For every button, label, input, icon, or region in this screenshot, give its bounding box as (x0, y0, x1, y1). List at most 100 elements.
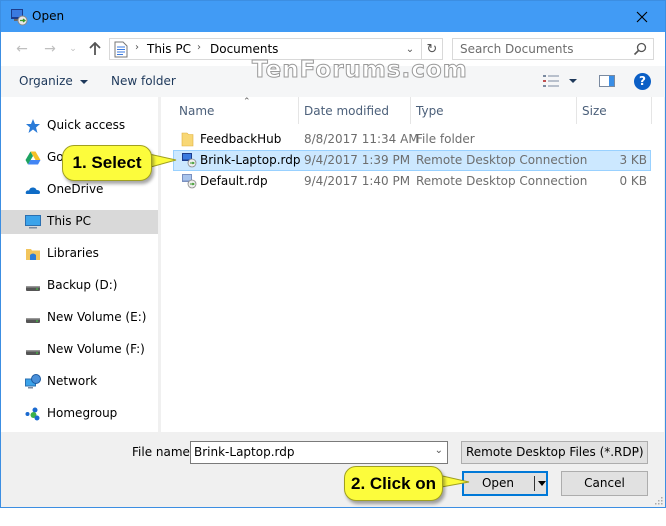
close-icon (636, 11, 648, 22)
breadcrumb-separator: › (197, 42, 201, 53)
sidebar-item-onedrive[interactable]: OneDrive (1, 178, 158, 202)
column-divider[interactable] (651, 97, 652, 124)
file-date: 8/8/2017 11:34 AM (304, 132, 419, 146)
search-icon (633, 42, 647, 56)
title-bar: Open (1, 1, 665, 32)
file-type: File folder (416, 132, 475, 146)
file-type-select[interactable]: Remote Desktop Files (*.RDP) ⌄ (461, 441, 648, 464)
open-button[interactable]: Open (462, 471, 548, 496)
close-button[interactable] (619, 1, 665, 32)
address-dropdown-button[interactable]: ⌄ (401, 39, 419, 59)
computer-icon (25, 215, 41, 229)
rdp-file-icon (182, 174, 197, 189)
search-input[interactable] (460, 42, 630, 56)
homegroup-icon (25, 407, 40, 421)
breadcrumb-separator: › (135, 42, 139, 53)
sidebar-item-label: This PC (47, 214, 91, 228)
open-dialog: Open ← → ⌄ › This PC › Documents ⌄ ↻ Sea… (0, 0, 666, 508)
sidebar-item-this-pc[interactable]: This PC (1, 210, 158, 234)
file-type: Remote Desktop Connection (416, 153, 588, 167)
documents-icon (114, 41, 128, 58)
sidebar-item-new-volume-e[interactable]: New Volume (E:) (1, 306, 158, 330)
sidebar-item-label: New Volume (E:) (47, 310, 147, 324)
up-button[interactable] (86, 40, 104, 58)
file-row-feedbackhub[interactable]: FeedbackHub 8/8/2017 11:34 AM File folde… (173, 129, 651, 150)
column-label: Type (416, 104, 444, 118)
file-name-combobox[interactable]: ⌄ (190, 441, 448, 464)
drive-icon (26, 286, 40, 291)
view-options-caret-icon[interactable] (569, 79, 577, 83)
new-folder-button[interactable]: New folder (111, 74, 176, 88)
back-button[interactable]: ← (13, 40, 31, 58)
breadcrumb-this-pc[interactable]: This PC (147, 42, 191, 56)
sidebar-item-label: Libraries (47, 246, 99, 260)
sidebar-item-network[interactable]: Network (1, 370, 158, 394)
sidebar-item-backup-d[interactable]: Backup (D:) (1, 274, 158, 298)
column-header-type[interactable]: Type (410, 97, 576, 124)
rdp-file-icon (182, 153, 197, 168)
resize-grip-icon[interactable] (655, 497, 663, 505)
column-header-name[interactable]: Name ⌃ (173, 97, 298, 124)
file-name-input[interactable] (194, 445, 422, 459)
column-label: Date modified (304, 104, 390, 118)
sidebar-item-quick-access[interactable]: Quick access (1, 114, 158, 138)
file-type: Remote Desktop Connection (416, 174, 588, 188)
file-date: 9/4/2017 1:39 PM (304, 153, 411, 167)
column-header-date-modified[interactable]: Date modified (298, 97, 410, 124)
split-divider (534, 476, 535, 491)
file-name: Brink-Laptop.rdp (200, 153, 301, 167)
refresh-button[interactable]: ↻ (421, 39, 442, 59)
change-view-icon[interactable] (543, 75, 559, 87)
chevron-down-icon: ⌄ (632, 445, 641, 456)
file-selection-panel: File name: ⌄ Remote Desktop Files (*.RDP… (1, 432, 665, 507)
organize-label: Organize (19, 74, 73, 88)
command-toolbar: Organize New folder ? (1, 66, 665, 97)
onedrive-icon (25, 187, 40, 194)
new-folder-label: New folder (111, 74, 176, 88)
callout-step-2: 2. Click on (344, 466, 443, 501)
file-size: 0 KB (619, 174, 647, 188)
file-list: Name ⌃ Date modified Type Size FeedbackH… (161, 97, 664, 432)
libraries-icon (26, 249, 40, 260)
sidebar-item-label: Backup (D:) (47, 278, 118, 292)
chevron-down-icon: ⌄ (405, 43, 415, 55)
remote-desktop-icon (11, 9, 28, 26)
sidebar-item-label: OneDrive (47, 182, 104, 196)
refresh-icon: ↻ (426, 41, 438, 57)
open-options-caret-icon[interactable] (538, 481, 546, 486)
network-icon (25, 374, 41, 389)
star-icon (26, 119, 40, 133)
forward-arrow-icon: → (44, 41, 56, 57)
drive-icon (26, 350, 40, 355)
sidebar-item-new-volume-f[interactable]: New Volume (F:) (1, 338, 158, 362)
sidebar-item-label: Homegroup (47, 406, 118, 420)
google-drive-icon (25, 151, 41, 165)
recent-locations-button[interactable]: ⌄ (64, 40, 82, 58)
chevron-down-icon[interactable]: ⌄ (435, 445, 443, 456)
sidebar-item-homegroup[interactable]: Homegroup (1, 402, 158, 426)
sidebar-item-label: Network (47, 374, 98, 388)
file-type-value: Remote Desktop Files (*.RDP) (466, 445, 644, 459)
sort-ascending-icon: ⌃ (243, 97, 251, 107)
file-row-brink-laptop[interactable]: Brink-Laptop.rdp 9/4/2017 1:39 PM Remote… (173, 150, 651, 171)
file-row-default[interactable]: Default.rdp 9/4/2017 1:40 PM Remote Desk… (173, 171, 651, 192)
search-box[interactable] (452, 38, 654, 60)
sidebar-item-libraries[interactable]: Libraries (1, 242, 158, 266)
file-date: 9/4/2017 1:40 PM (304, 174, 411, 188)
organize-button[interactable]: Organize (19, 74, 88, 88)
forward-button[interactable]: → (41, 40, 59, 58)
preview-pane-icon[interactable] (599, 75, 615, 87)
column-label: Name (179, 104, 215, 118)
breadcrumb-documents[interactable]: Documents (210, 42, 278, 56)
help-icon[interactable]: ? (634, 73, 651, 90)
callout-step-1: 1. Select (62, 145, 152, 181)
address-bar[interactable]: › This PC › Documents ⌄ ↻ (109, 38, 443, 60)
column-label: Size (582, 104, 607, 118)
drive-icon (26, 318, 40, 323)
column-header-size[interactable]: Size (576, 97, 651, 124)
sidebar-item-label: Quick access (47, 118, 126, 132)
cancel-button[interactable]: Cancel (561, 471, 648, 496)
folder-icon (181, 132, 194, 147)
navigation-bar: ← → ⌄ › This PC › Documents ⌄ ↻ (1, 32, 665, 66)
open-label: Open (481, 476, 515, 490)
